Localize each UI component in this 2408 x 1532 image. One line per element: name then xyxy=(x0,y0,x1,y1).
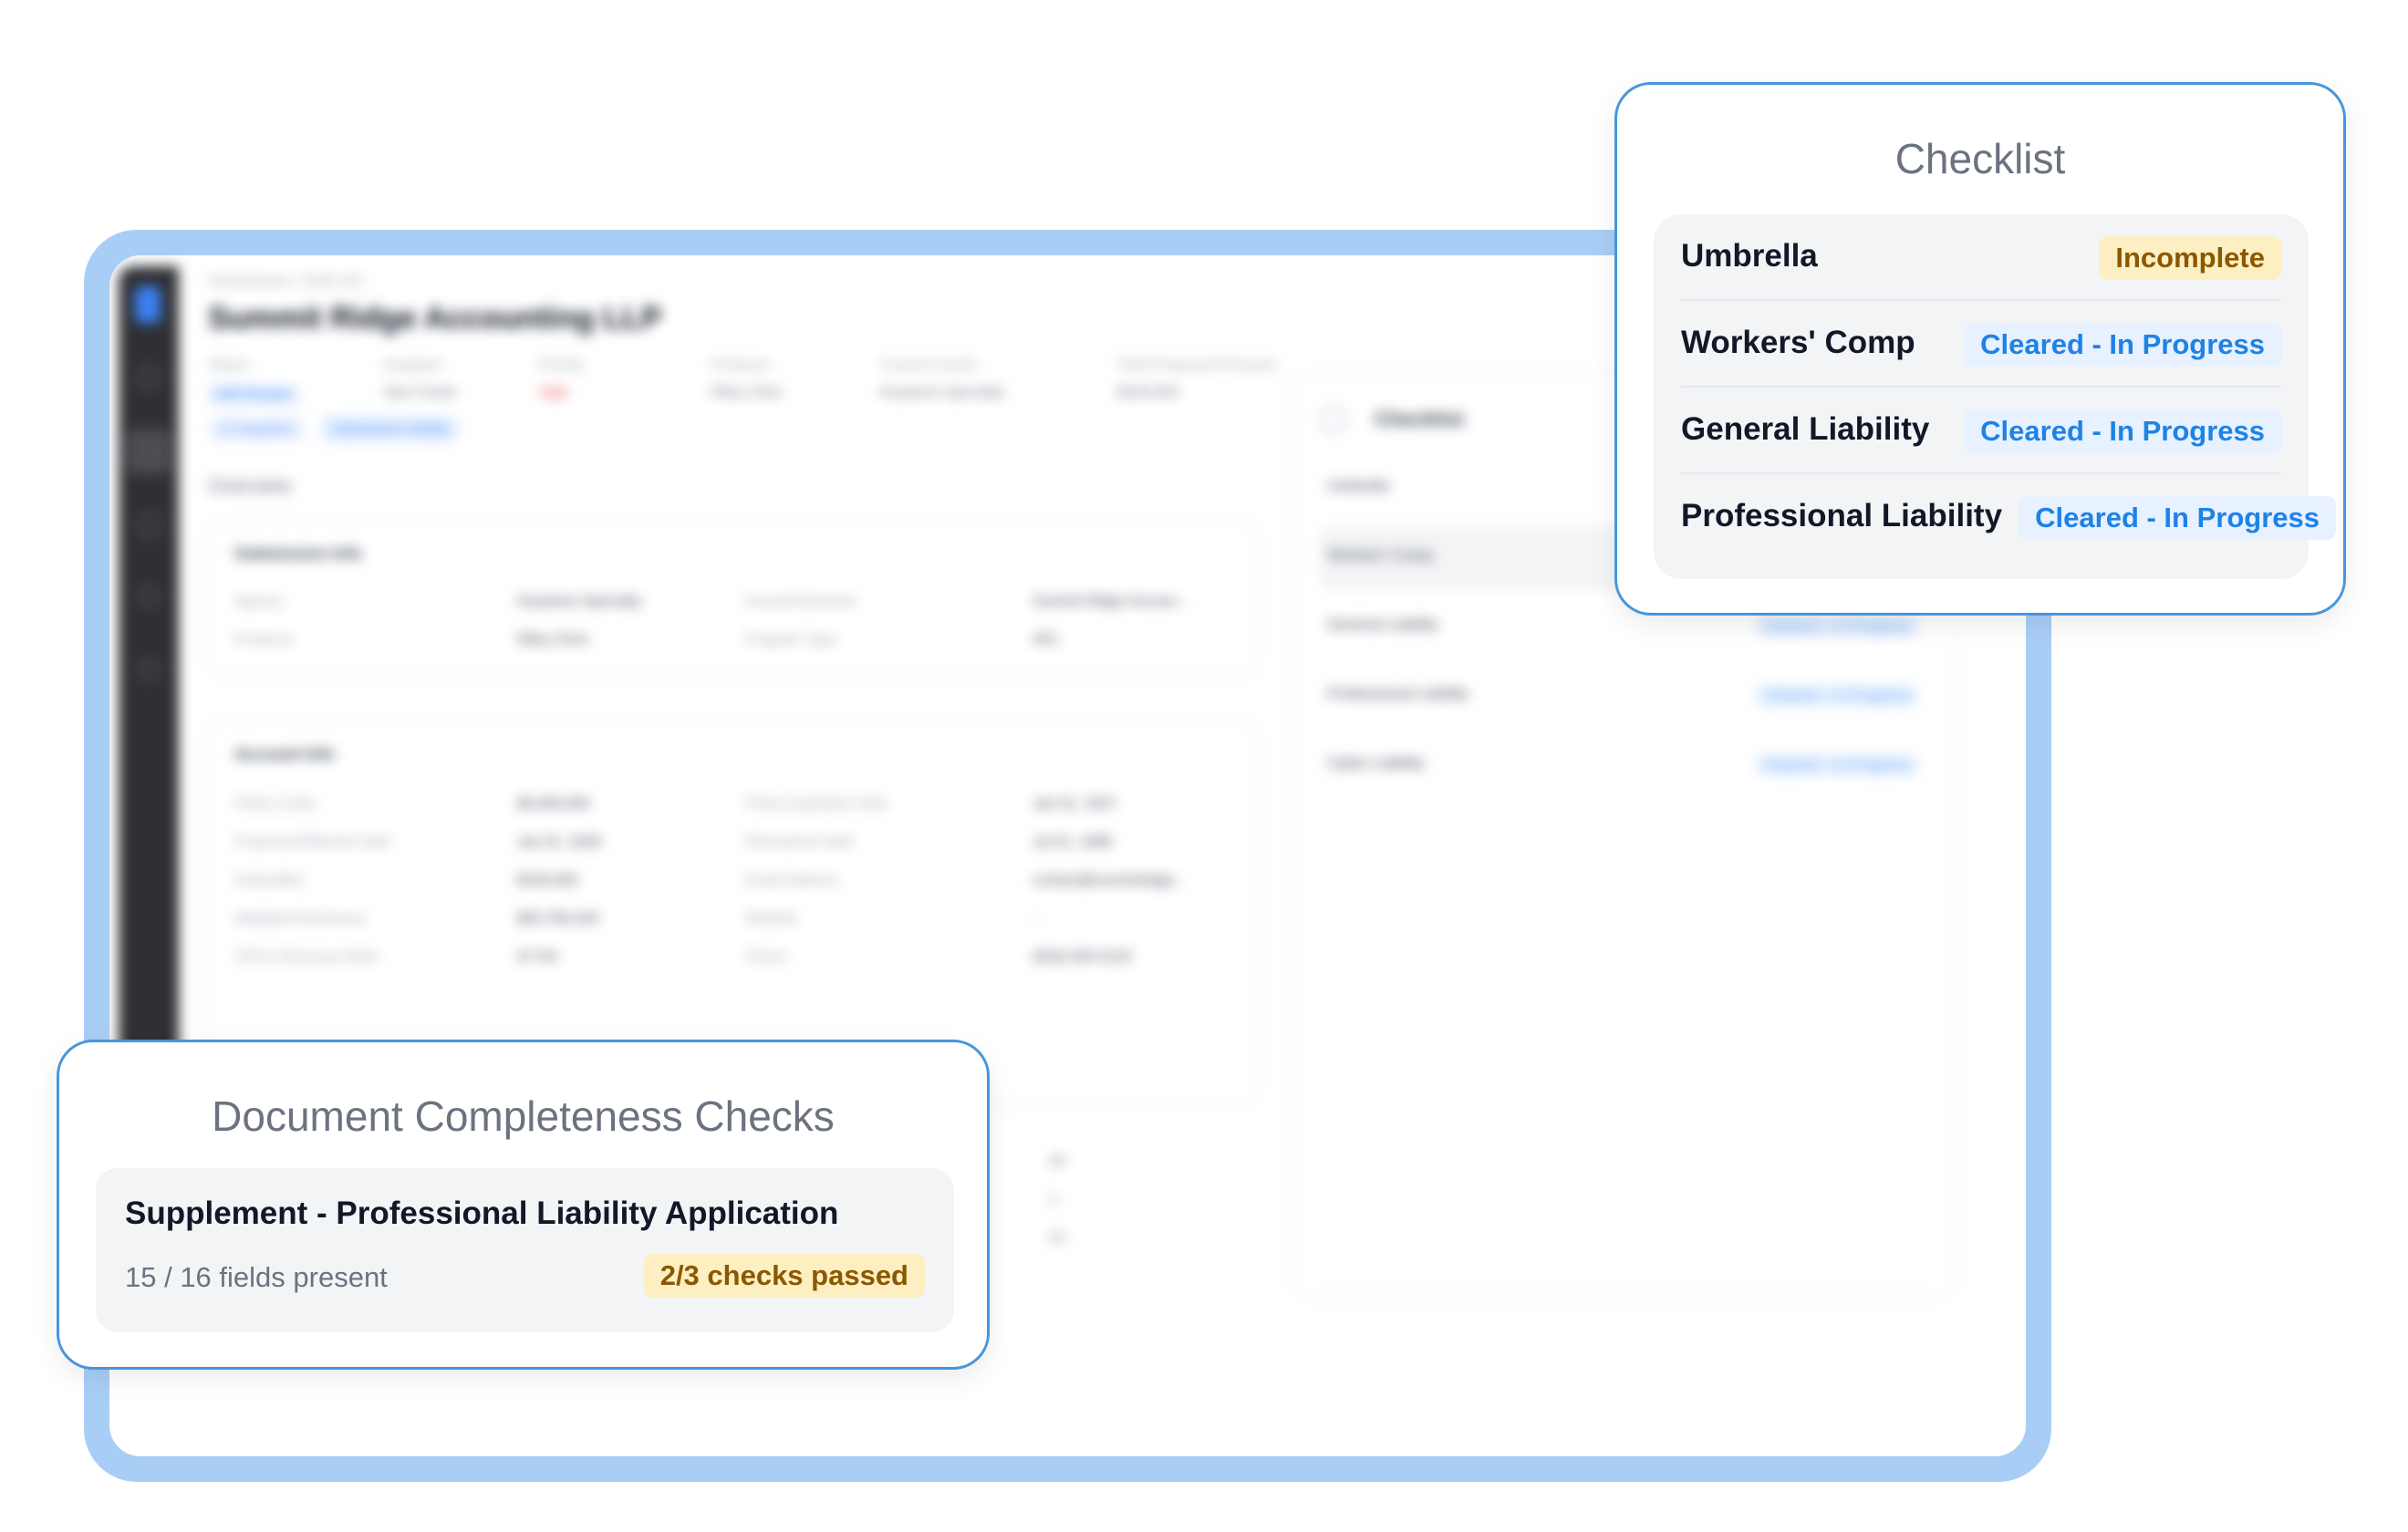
meta-producer: Producer Riley Chen xyxy=(711,357,784,400)
overview-toggle[interactable]: Overview xyxy=(208,474,292,498)
status-badge: Cleared - In Progress xyxy=(2019,496,2336,540)
home-icon[interactable] xyxy=(138,367,160,388)
info-row: CPA in Revenue Ratio 67.5% Phone (818) 555-… xyxy=(234,949,1133,965)
checklist-title: Checklist xyxy=(1375,408,1464,430)
callout-title: Checklist xyxy=(1894,135,2066,182)
info-row: Policy Limits $5,000,000 Policy Expiration… xyxy=(234,796,1117,812)
view-tabs: AI Snapshot Submission Details xyxy=(208,416,472,442)
logo-icon xyxy=(135,286,161,323)
checklist-item-name: General Liability xyxy=(1681,411,1930,447)
info-row: Producer Riley Chen Program Type APL xyxy=(234,632,1061,647)
card-title: Submission Info xyxy=(234,544,363,563)
status-badge: Cleared - In Progress xyxy=(1964,409,2281,453)
meta-priority: Priority High xyxy=(538,357,584,400)
checklist-item-name: Professional Liability xyxy=(1681,498,2003,533)
checklist-item-name: Workers' Comp xyxy=(1681,325,1915,360)
checklist-row[interactable]: Professional Liability Cleared - In Progr… xyxy=(1320,665,1927,729)
checklist-item-name: Umbrella xyxy=(1681,238,1818,274)
stat-value: 40 xyxy=(1049,1154,1065,1169)
tab-submission-details[interactable]: Submission Details xyxy=(320,416,460,442)
status-badge: Incomplete xyxy=(2099,236,2281,280)
document-card[interactable]: Supplement - Professional Liability Appl… xyxy=(96,1168,954,1332)
info-row: Weighted Revenues $35,780,240 Website - xyxy=(234,911,1038,926)
callout-title: Document Completeness Checks xyxy=(212,1092,835,1140)
checklist-item-umbrella[interactable]: Umbrella Incomplete xyxy=(1681,214,2281,301)
status-badge: Cleared - In Progress xyxy=(1964,323,2281,367)
info-row: Proposed Effective Date Jan 01, 2026 Retro… xyxy=(234,834,1113,850)
checklist-row[interactable]: Cyber Liability Cleared - In Progress xyxy=(1320,734,1927,798)
card-title: Account Info xyxy=(234,745,335,763)
stat-value: 1 xyxy=(1049,1192,1057,1207)
submission-info-card: Submission Info Agency Keystone Specialty… xyxy=(208,520,1259,677)
fields-present: 15 / 16 fields present xyxy=(125,1261,388,1293)
tab-ai-snapshot[interactable]: AI Snapshot xyxy=(208,416,305,442)
clock-icon[interactable] xyxy=(138,585,160,607)
checklist-item-general-liability[interactable]: General Liability Cleared - In Progress xyxy=(1681,388,2281,474)
stat-value: 22 xyxy=(1049,1230,1065,1246)
page-title: Summit Ridge Accounting LLP xyxy=(208,301,662,336)
checklist-item-workers-comp[interactable]: Workers' Comp Cleared - In Progress xyxy=(1681,301,2281,388)
breadcrumb[interactable]: Submissions / SUB-143 xyxy=(208,274,362,290)
meta-carrier: Current Carrier Keystone Specialty xyxy=(880,357,1005,400)
document-checks-callout: Document Completeness Checks Supplement … xyxy=(57,1040,990,1370)
info-row: Agency Keystone Specialty Insured Busines… xyxy=(234,594,1188,609)
document-icon[interactable] xyxy=(138,440,160,462)
meta-premium: Total Proposed Premium $100,000 xyxy=(1117,357,1278,400)
checklist-callout: Checklist Umbrella Incomplete Workers' C… xyxy=(1614,82,2346,616)
checks-badge: 2/3 checks passed xyxy=(643,1254,925,1298)
gear-icon[interactable] xyxy=(138,658,160,680)
checklist-icon xyxy=(1320,406,1347,433)
checklist-item-professional-liability[interactable]: Professional Liability Cleared - In Prog… xyxy=(1681,474,2336,561)
checklist-list: Umbrella Incomplete Workers' Comp Cleare… xyxy=(1654,214,2336,579)
meta-status: Status UW Review xyxy=(208,357,299,405)
inbox-icon[interactable] xyxy=(138,514,160,536)
meta-assignee: Assignee Sam Carter xyxy=(383,357,458,400)
document-name: Supplement - Professional Liability Appl… xyxy=(125,1196,839,1231)
info-row: Deductible $100,000 Email Address contact@s… xyxy=(234,873,1187,888)
